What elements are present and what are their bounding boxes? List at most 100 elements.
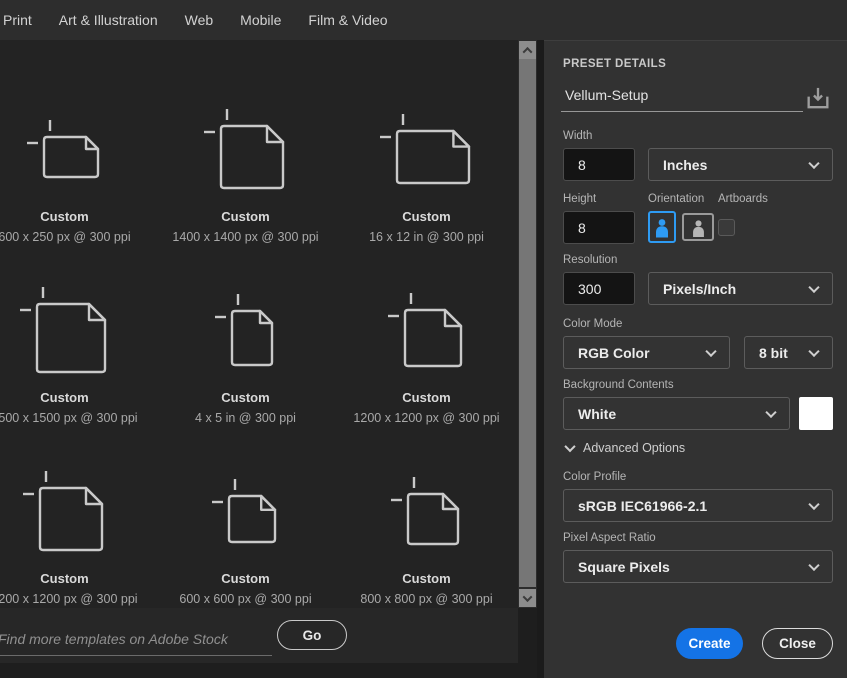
chevron-down-icon [705, 345, 716, 356]
artboards-checkbox[interactable] [718, 219, 735, 236]
template-card[interactable]: Custom 1200 x 1200 px @ 300 ppi [336, 276, 517, 457]
template-dimensions: 600 x 250 px @ 300 ppi [0, 230, 131, 244]
template-name: Custom [40, 390, 88, 405]
template-name: Custom [221, 390, 269, 405]
template-card[interactable]: Custom 800 x 800 px @ 300 ppi [336, 457, 517, 608]
preset-details-panel: PRESET DETAILS Width Inches Height Orien… [544, 40, 847, 678]
artboards-label: Artboards [718, 193, 768, 205]
template-scrollbar[interactable] [518, 40, 537, 608]
scroll-down-button[interactable] [519, 589, 536, 607]
template-card[interactable]: Custom 600 x 600 px @ 300 ppi [155, 457, 336, 608]
template-name: Custom [402, 390, 450, 405]
adobe-stock-bar: Go [0, 608, 518, 663]
template-card[interactable]: Custom 600 x 250 px @ 300 ppi [0, 95, 155, 276]
bit-depth-value: 8 bit [759, 345, 788, 361]
resolution-unit-select[interactable]: Pixels/Inch [648, 272, 833, 305]
template-dimensions: 16 x 12 in @ 300 ppi [369, 230, 484, 244]
template-dimensions: 4 x 5 in @ 300 ppi [195, 411, 296, 425]
resolution-label: Resolution [563, 254, 617, 266]
height-label: Height [563, 193, 596, 205]
template-panel: Custom 600 x 250 px @ 300 ppi Custom 1400 … [0, 40, 518, 608]
advanced-options-toggle[interactable]: Advanced Options [566, 441, 685, 455]
background-color-swatch[interactable] [799, 397, 833, 430]
chevron-down-icon [808, 345, 819, 356]
width-unit-select[interactable]: Inches [648, 148, 833, 181]
template-dimensions: 800 x 800 px @ 300 ppi [360, 592, 492, 606]
template-name: Custom [40, 209, 88, 224]
stock-search-input[interactable] [0, 622, 272, 656]
tab-film-video[interactable]: Film & Video [308, 12, 387, 28]
color-profile-select[interactable]: sRGB IEC61966-2.1 [563, 489, 833, 522]
tab-print[interactable]: Print [3, 12, 32, 28]
chevron-down-icon [765, 406, 776, 417]
template-dimensions: 1500 x 1500 px @ 300 ppi [0, 411, 138, 425]
category-tab-bar: Print Art & Illustration Web Mobile Film… [0, 0, 847, 40]
template-page-icon [212, 276, 280, 388]
orientation-label: Orientation [648, 193, 704, 205]
template-grid: Custom 600 x 250 px @ 300 ppi Custom 1400 … [0, 95, 517, 608]
template-page-icon [17, 276, 113, 388]
height-input[interactable] [563, 211, 635, 244]
scroll-up-button[interactable] [519, 41, 536, 59]
template-name: Custom [402, 571, 450, 586]
template-name: Custom [40, 571, 88, 586]
create-button[interactable]: Create [676, 628, 743, 659]
chevron-down-icon [564, 441, 575, 452]
template-card[interactable]: Custom 16 x 12 in @ 300 ppi [336, 95, 517, 276]
template-page-icon [209, 457, 283, 569]
landscape-person-icon [690, 218, 707, 237]
chevron-down-icon [808, 157, 819, 168]
color-profile-value: sRGB IEC61966-2.1 [578, 498, 707, 514]
advanced-options-label: Advanced Options [583, 441, 685, 455]
template-name: Custom [221, 209, 269, 224]
background-contents-value: White [578, 406, 616, 422]
background-contents-label: Background Contents [563, 379, 674, 391]
template-page-icon [377, 95, 477, 207]
chevron-down-icon [808, 498, 819, 509]
preset-details-title: PRESET DETAILS [563, 58, 666, 70]
template-card[interactable]: Custom 1500 x 1500 px @ 300 ppi [0, 276, 155, 457]
template-page-icon [24, 95, 106, 207]
width-input[interactable] [563, 148, 635, 181]
orientation-landscape-button[interactable] [682, 213, 714, 241]
template-dimensions: 1400 x 1400 px @ 300 ppi [172, 230, 318, 244]
bit-depth-select[interactable]: 8 bit [744, 336, 833, 369]
chevron-down-icon [808, 559, 819, 570]
resolution-input[interactable] [563, 272, 635, 305]
pixel-aspect-ratio-select[interactable]: Square Pixels [563, 550, 833, 583]
template-page-icon [20, 457, 110, 569]
scrollbar-thumb[interactable] [519, 59, 536, 587]
new-document-dialog: Print Art & Illustration Web Mobile Film… [0, 0, 847, 678]
tab-art-illustration[interactable]: Art & Illustration [59, 12, 158, 28]
template-dimensions: 1200 x 1200 px @ 300 ppi [0, 592, 138, 606]
template-card[interactable]: Custom 1400 x 1400 px @ 300 ppi [155, 95, 336, 276]
close-button[interactable]: Close [762, 628, 833, 659]
template-page-icon [388, 457, 466, 569]
go-button[interactable]: Go [277, 620, 347, 650]
width-label: Width [563, 130, 592, 142]
template-name: Custom [402, 209, 450, 224]
template-name: Custom [221, 571, 269, 586]
resolution-unit-value: Pixels/Inch [663, 281, 736, 297]
chevron-down-icon [523, 592, 533, 602]
orientation-portrait-button[interactable] [648, 211, 676, 243]
template-card[interactable]: Custom 4 x 5 in @ 300 ppi [155, 276, 336, 457]
color-mode-select[interactable]: RGB Color [563, 336, 730, 369]
template-dimensions: 1200 x 1200 px @ 300 ppi [353, 411, 499, 425]
portrait-person-icon [653, 216, 671, 238]
color-mode-label: Color Mode [563, 318, 622, 330]
tab-web[interactable]: Web [185, 12, 214, 28]
template-card[interactable]: Custom 1200 x 1200 px @ 300 ppi [0, 457, 155, 608]
template-page-icon [201, 95, 291, 207]
tab-mobile[interactable]: Mobile [240, 12, 281, 28]
save-preset-icon[interactable] [804, 85, 832, 118]
background-contents-select[interactable]: White [563, 397, 790, 430]
preset-name-input[interactable] [561, 83, 803, 112]
panel-divider [537, 40, 544, 678]
pixel-aspect-ratio-value: Square Pixels [578, 559, 670, 575]
template-page-icon [385, 276, 469, 388]
template-dimensions: 600 x 600 px @ 300 ppi [179, 592, 311, 606]
color-mode-value: RGB Color [578, 345, 650, 361]
width-unit-value: Inches [663, 157, 707, 173]
pixel-aspect-ratio-label: Pixel Aspect Ratio [563, 532, 656, 544]
